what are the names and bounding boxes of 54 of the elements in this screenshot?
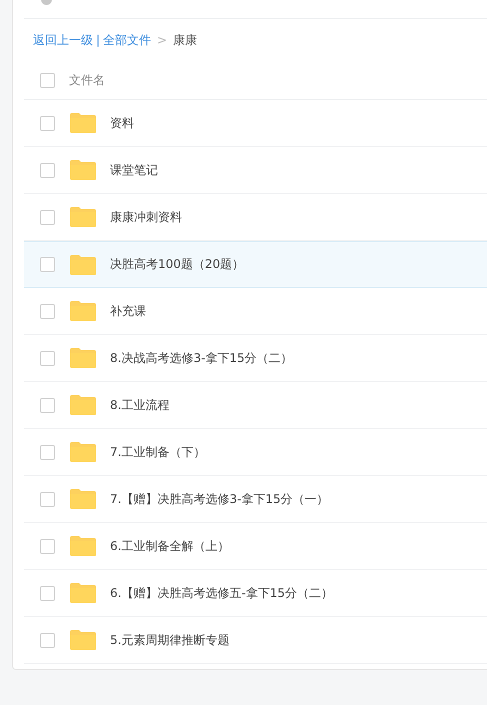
file-name[interactable]: 7.工业制备（下） bbox=[110, 444, 206, 460]
breadcrumb-arrow: > bbox=[157, 33, 168, 47]
file-name[interactable]: 6.工业制备全解（上） bbox=[110, 538, 230, 554]
folder-icon bbox=[69, 300, 97, 322]
file-name[interactable]: 补充课 bbox=[110, 302, 146, 320]
all-files-link[interactable]: 全部文件 bbox=[103, 32, 152, 48]
checkbox[interactable] bbox=[40, 632, 55, 648]
file-row[interactable]: 6.【赠】决胜高考选修五-拿下15分（二） bbox=[24, 570, 487, 617]
file-row[interactable]: 资料 bbox=[24, 100, 487, 147]
folder-icon bbox=[69, 582, 97, 604]
checkbox[interactable] bbox=[40, 350, 55, 366]
checkbox[interactable] bbox=[40, 538, 55, 554]
current-folder: 康康 bbox=[173, 32, 198, 48]
folder-icon bbox=[69, 254, 97, 276]
file-name[interactable]: 6.【赠】决胜高考选修五-拿下15分（二） bbox=[110, 584, 334, 602]
checkbox[interactable] bbox=[40, 492, 55, 506]
file-name[interactable]: 课堂笔记 bbox=[110, 162, 158, 178]
file-row[interactable]: 6.工业制备全解（上） bbox=[24, 523, 487, 570]
checkbox[interactable] bbox=[40, 162, 55, 178]
file-row[interactable]: 7.【赠】决胜高考选修3-拿下15分（一） bbox=[24, 476, 487, 523]
folder-icon bbox=[69, 347, 97, 369]
file-row[interactable]: 8.决战高考选修3-拿下15分（二） bbox=[24, 335, 487, 382]
file-row[interactable]: 补充课 bbox=[24, 288, 487, 335]
file-name[interactable]: 8.决战高考选修3-拿下15分（二） bbox=[110, 350, 293, 366]
folder-icon bbox=[69, 112, 97, 134]
file-row[interactable]: 决胜高考100题（20题） bbox=[24, 241, 487, 288]
checkbox[interactable] bbox=[40, 398, 55, 412]
folder-icon bbox=[69, 206, 97, 228]
file-name[interactable]: 决胜高考100题（20题） bbox=[110, 256, 244, 273]
checkbox[interactable] bbox=[40, 116, 55, 130]
folder-icon bbox=[69, 629, 97, 651]
checkbox[interactable] bbox=[40, 304, 55, 318]
folder-icon bbox=[69, 488, 97, 510]
folder-icon bbox=[69, 441, 97, 463]
file-row[interactable]: 5.元素周期律推断专题 bbox=[24, 617, 487, 664]
checkbox[interactable] bbox=[40, 586, 55, 600]
folder-icon bbox=[69, 394, 97, 416]
file-name[interactable]: 7.【赠】决胜高考选修3-拿下15分（一） bbox=[110, 490, 329, 508]
folder-icon bbox=[69, 159, 97, 181]
checkbox[interactable] bbox=[40, 444, 55, 460]
checkbox[interactable] bbox=[40, 210, 55, 224]
file-name[interactable]: 资料 bbox=[110, 114, 134, 132]
file-row[interactable]: 8.工业流程 bbox=[24, 382, 487, 429]
file-name[interactable]: 8.工业流程 bbox=[110, 396, 170, 414]
select-all-checkbox[interactable] bbox=[40, 72, 55, 88]
file-name[interactable]: 康康冲刺资料 bbox=[110, 208, 182, 226]
column-header: 文件名 bbox=[69, 72, 105, 88]
folder-icon bbox=[69, 535, 97, 557]
file-row[interactable]: 7.工业制备（下） bbox=[24, 429, 487, 476]
file-row[interactable]: 课堂笔记 bbox=[24, 147, 487, 194]
file-name[interactable]: 5.元素周期律推断专题 bbox=[110, 632, 230, 648]
separator: | bbox=[96, 33, 100, 47]
back-link[interactable]: 返回上一级 bbox=[33, 32, 93, 48]
checkbox[interactable] bbox=[40, 257, 55, 272]
